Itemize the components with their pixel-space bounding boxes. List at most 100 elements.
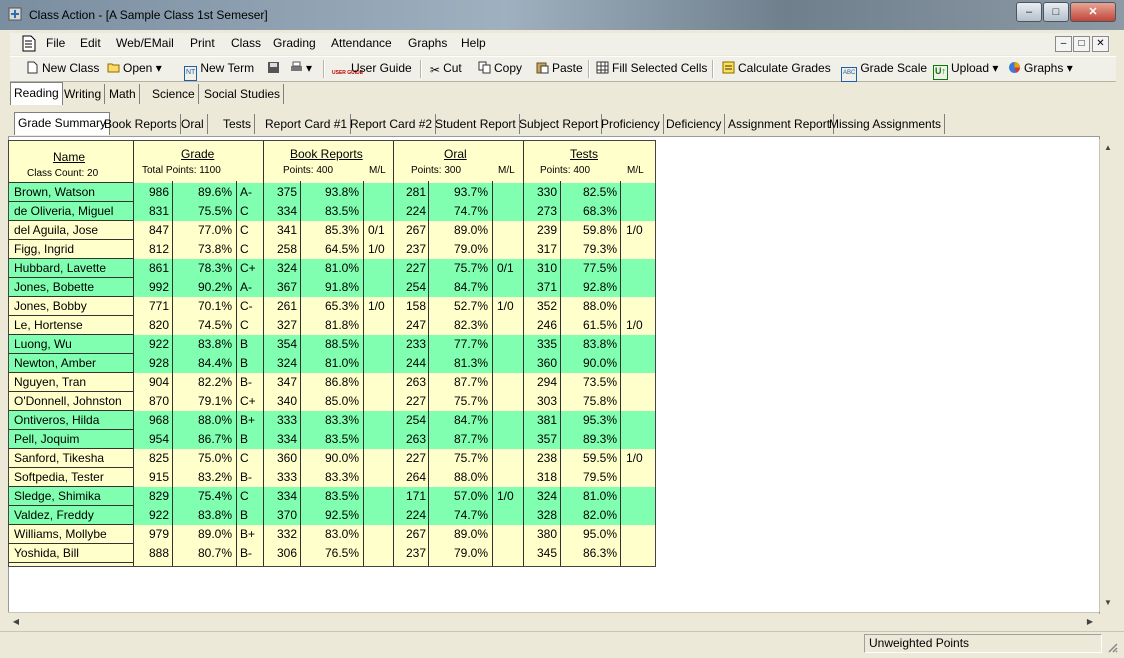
tests-percent-cell[interactable]: 79.3%	[563, 241, 617, 258]
student-name[interactable]: Nguyen, Tran	[14, 374, 133, 391]
oral-ml-cell[interactable]	[497, 355, 521, 372]
copy-button[interactable]: Copy	[478, 61, 522, 75]
tests-ml-cell[interactable]	[626, 469, 650, 486]
tab-missing-assignments[interactable]: Missing Assignments	[826, 114, 946, 134]
tests-ml-cell[interactable]	[626, 526, 650, 543]
book-points-cell[interactable]: 333	[267, 412, 297, 429]
tests-percent-cell[interactable]: 59.5%	[563, 450, 617, 467]
table-row[interactable]: Hubbard, Lavette 861 78.3% C+ 324 81.0% 227 75.…	[9, 259, 655, 278]
tab-deficiency[interactable]: Deficiency	[663, 114, 726, 134]
oral-ml-cell[interactable]: 1/0	[497, 298, 521, 315]
student-name[interactable]: Softpedia, Tester	[14, 469, 133, 486]
total-percent-cell[interactable]: 79.1%	[175, 393, 232, 410]
oral-percent-cell[interactable]: 75.7%	[431, 260, 488, 277]
oral-percent-cell[interactable]: 75.7%	[431, 450, 488, 467]
book-percent-cell[interactable]: 83.0%	[303, 526, 359, 543]
tab-reading[interactable]: Reading	[10, 82, 63, 105]
tests-points-cell[interactable]: 324	[527, 488, 557, 505]
oral-ml-cell[interactable]	[497, 336, 521, 353]
table-row[interactable]: Jones, Bobby 771 70.1% C- 261 65.3% 1/0 158 52.7…	[9, 297, 655, 316]
book-ml-cell[interactable]	[368, 203, 392, 220]
student-name[interactable]: Luong, Wu	[14, 336, 133, 353]
graphs-button[interactable]: Graphs ▾	[1008, 61, 1073, 75]
oral-points-cell[interactable]: 244	[397, 355, 426, 372]
mdi-close-button[interactable]: ✕	[1092, 36, 1109, 52]
book-percent-cell[interactable]: 93.8%	[303, 184, 359, 201]
oral-percent-cell[interactable]: 52.7%	[431, 298, 488, 315]
book-percent-cell[interactable]: 88.5%	[303, 336, 359, 353]
table-row[interactable]: Softpedia, Tester 915 83.2% B- 333 83.3% 264 88…	[9, 468, 655, 487]
book-points-cell[interactable]: 324	[267, 355, 297, 372]
book-percent-cell[interactable]: 81.8%	[303, 317, 359, 334]
tests-points-cell[interactable]: 380	[527, 526, 557, 543]
total-percent-cell[interactable]: 75.4%	[175, 488, 232, 505]
tests-percent-cell[interactable]: 82.5%	[563, 184, 617, 201]
tests-percent-cell[interactable]: 59.8%	[563, 222, 617, 239]
upload-button[interactable]: U↑ Upload ▾	[933, 61, 998, 80]
total-percent-cell[interactable]: 84.4%	[175, 355, 232, 372]
oral-ml-cell[interactable]	[497, 222, 521, 239]
book-ml-cell[interactable]: 1/0	[368, 241, 392, 258]
oral-percent-cell[interactable]: 74.7%	[431, 203, 488, 220]
student-name[interactable]: O'Donnell, Johnston	[14, 393, 133, 410]
oral-points-cell[interactable]: 267	[397, 222, 426, 239]
book-ml-cell[interactable]	[368, 260, 392, 277]
total-percent-cell[interactable]: 86.7%	[175, 431, 232, 448]
letter-grade-cell[interactable]: B+	[240, 412, 262, 429]
oral-points-cell[interactable]: 227	[397, 260, 426, 277]
student-name[interactable]: Sanford, Tikesha	[14, 450, 133, 467]
total-points-cell[interactable]: 861	[137, 260, 169, 277]
oral-points-cell[interactable]: 224	[397, 507, 426, 524]
book-percent-cell[interactable]: 83.5%	[303, 431, 359, 448]
oral-points-cell[interactable]: 247	[397, 317, 426, 334]
oral-ml-cell[interactable]	[497, 374, 521, 391]
oral-percent-cell[interactable]: 74.7%	[431, 507, 488, 524]
tests-ml-cell[interactable]	[626, 507, 650, 524]
table-row[interactable]: Nguyen, Tran 904 82.2% B- 347 86.8% 263 87.7% 29…	[9, 373, 655, 392]
menu-file[interactable]: File	[46, 36, 65, 50]
oral-points-cell[interactable]: 264	[397, 469, 426, 486]
tests-points-cell[interactable]: 357	[527, 431, 557, 448]
tests-percent-cell[interactable]: 77.5%	[563, 260, 617, 277]
tests-ml-cell[interactable]	[626, 203, 650, 220]
book-ml-cell[interactable]	[368, 412, 392, 429]
total-percent-cell[interactable]: 88.0%	[175, 412, 232, 429]
tests-ml-cell[interactable]	[626, 279, 650, 296]
book-points-cell[interactable]: 258	[267, 241, 297, 258]
tests-points-cell[interactable]: 371	[527, 279, 557, 296]
tests-ml-cell[interactable]: 1/0	[626, 450, 650, 467]
total-percent-cell[interactable]: 90.2%	[175, 279, 232, 296]
tab-writing[interactable]: Writing	[61, 84, 106, 104]
total-points-cell[interactable]: 954	[137, 431, 169, 448]
oral-points-cell[interactable]: 233	[397, 336, 426, 353]
tests-percent-cell[interactable]: 95.0%	[563, 526, 617, 543]
book-percent-cell[interactable]: 86.8%	[303, 374, 359, 391]
letter-grade-cell[interactable]: C+	[240, 393, 262, 410]
student-name[interactable]: Valdez, Freddy	[14, 507, 133, 524]
tab-grade-summary[interactable]: Grade Summary	[14, 112, 111, 135]
oral-ml-cell[interactable]	[497, 507, 521, 524]
student-name[interactable]: Hubbard, Lavette	[14, 260, 133, 277]
oral-ml-cell[interactable]	[497, 393, 521, 410]
total-points-cell[interactable]: 888	[137, 545, 169, 562]
total-points-cell[interactable]: 986	[137, 184, 169, 201]
oral-ml-cell[interactable]	[497, 545, 521, 562]
tests-percent-cell[interactable]: 86.3%	[563, 545, 617, 562]
tests-ml-cell[interactable]	[626, 545, 650, 562]
book-percent-cell[interactable]: 83.5%	[303, 203, 359, 220]
tests-percent-cell[interactable]: 90.0%	[563, 355, 617, 372]
letter-grade-cell[interactable]: C+	[240, 260, 262, 277]
letter-grade-cell[interactable]: C	[240, 488, 262, 505]
tests-percent-cell[interactable]: 83.8%	[563, 336, 617, 353]
total-percent-cell[interactable]: 74.5%	[175, 317, 232, 334]
tests-ml-cell[interactable]	[626, 393, 650, 410]
book-percent-cell[interactable]: 90.0%	[303, 450, 359, 467]
student-name[interactable]: Sledge, Shimika	[14, 488, 133, 505]
oral-percent-cell[interactable]: 89.0%	[431, 222, 488, 239]
book-reports-column-header[interactable]: Book Reports	[290, 147, 363, 161]
new-class-button[interactable]: New Class	[26, 61, 99, 75]
oral-points-cell[interactable]: 254	[397, 412, 426, 429]
book-points-cell[interactable]: 261	[267, 298, 297, 315]
grade-scale-button[interactable]: ABC Grade Scale	[841, 61, 927, 82]
tests-points-cell[interactable]: 294	[527, 374, 557, 391]
